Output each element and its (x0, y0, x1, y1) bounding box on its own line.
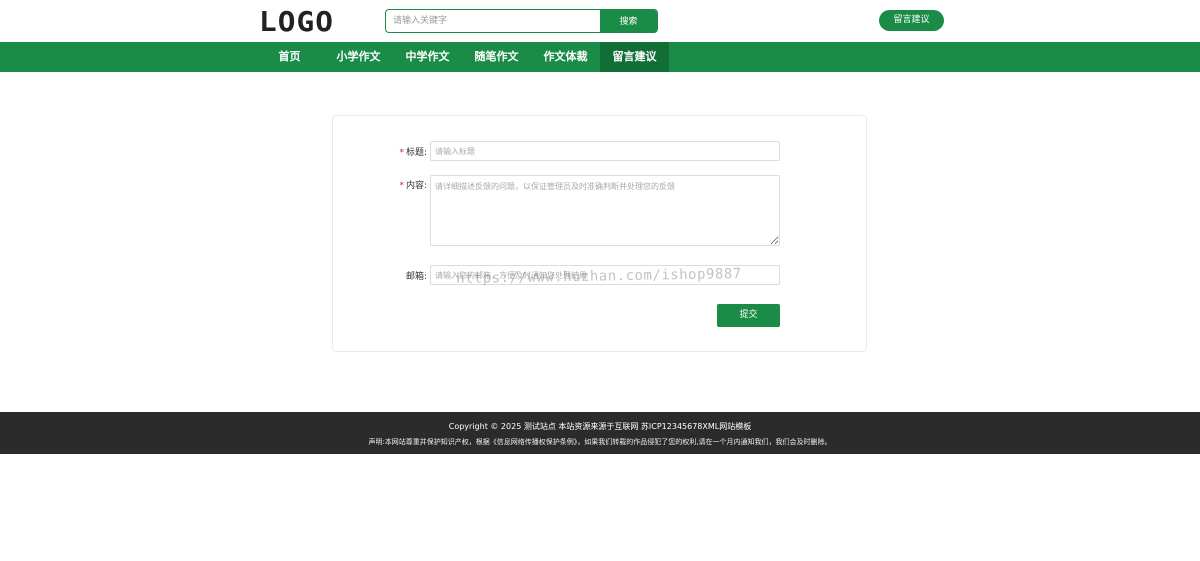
main-nav: 首页 小学作文 中学作文 随笔作文 作文体裁 留言建议 (0, 42, 1200, 72)
nav-item-middle-essay[interactable]: 中学作文 (393, 42, 462, 72)
title-label: * 标题: (367, 145, 427, 158)
feedback-button[interactable]: 留言建议 (879, 10, 944, 31)
site-footer: Copyright © 2025 测试站点 本站资源来源于互联网 苏ICP123… (0, 412, 1200, 454)
footer-copyright: Copyright © 2025 测试站点 本站资源来源于互联网 苏ICP123… (448, 422, 752, 431)
submit-button[interactable]: 提交 (717, 304, 780, 327)
nav-item-feedback[interactable]: 留言建议 (600, 42, 669, 72)
feedback-form-card: *标题: *内容: 邮箱: 提交 (332, 115, 867, 352)
footer-notice: 声明:本网站尊重并保护知识产权，根据《信息网络传播权保护条例》，如果我们转载的作… (368, 438, 832, 446)
nav-item-home[interactable]: 首页 (255, 42, 324, 72)
site-logo[interactable]: LOGO (259, 8, 334, 36)
search-button[interactable]: 搜索 (600, 10, 657, 32)
content-textarea[interactable] (430, 175, 780, 246)
title-input[interactable] (430, 141, 780, 161)
title-label-text: 标题: (405, 148, 427, 158)
nav-item-essay-genres[interactable]: 作文体裁 (531, 42, 600, 72)
required-mark: * (399, 148, 404, 158)
nav-item-essay-notes[interactable]: 随笔作文 (462, 42, 531, 72)
required-mark: * (399, 181, 404, 191)
email-label: 邮箱: (405, 272, 427, 282)
content-label: * 内容: (367, 178, 427, 191)
site-header: LOGO 搜索 留言建议 (0, 0, 1200, 42)
search-input[interactable] (386, 10, 601, 32)
email-input[interactable] (430, 265, 780, 285)
nav-item-primary-essay[interactable]: 小学作文 (324, 42, 393, 72)
search-bar: 搜索 (385, 9, 658, 33)
content-label-text: 内容: (405, 181, 427, 191)
